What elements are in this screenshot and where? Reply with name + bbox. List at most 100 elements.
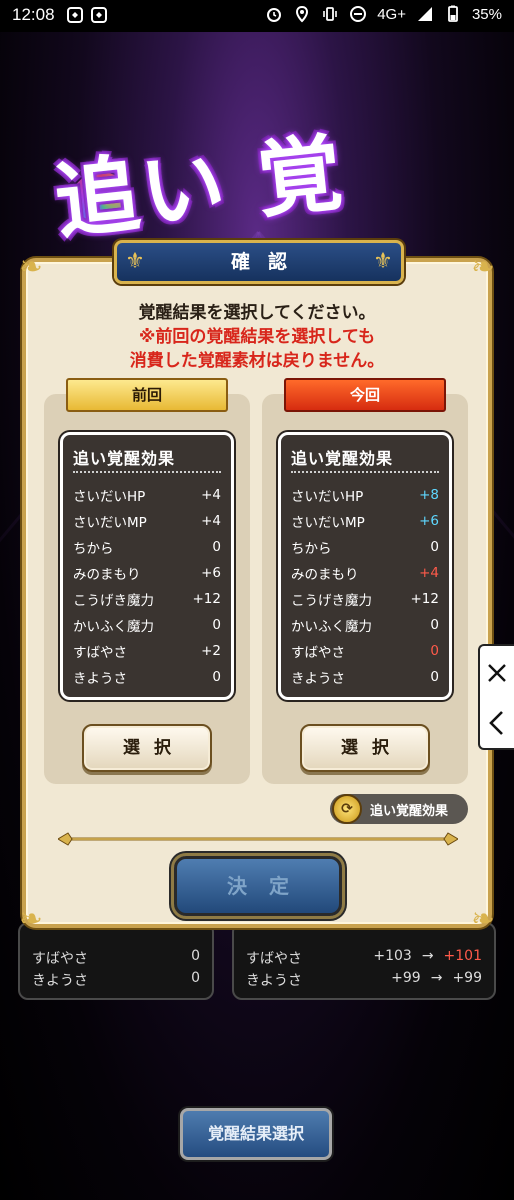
- notification-icon: [66, 6, 84, 24]
- stat-value: +4: [201, 487, 221, 503]
- dialog-warning: 消費した覚醒素材は戻りません。: [129, 351, 385, 371]
- dotted-divider: [73, 471, 221, 473]
- back-row-from: +103: [373, 948, 412, 964]
- select-previous-button[interactable]: 選択: [82, 724, 212, 772]
- fleur-icon: ⚜: [125, 249, 145, 274]
- stat-label: みのまもり: [73, 567, 141, 583]
- select-current-button[interactable]: 選択: [300, 724, 430, 772]
- dialog-message: 覚醒結果を選択してください。: [138, 303, 376, 323]
- current-stat-box: 追い覚醒効果 さいだいHP +8 さいだいMP +6 ちから 0 みのまもり +4 こう…: [278, 432, 452, 700]
- title-banner: 追い 覚醒！: [40, 92, 500, 371]
- stat-row: すばやさ 0: [291, 639, 439, 663]
- battery-percent: 35%: [471, 5, 502, 23]
- stat-label: かいふく魔力: [291, 619, 372, 635]
- stat-row: みのまもり +4: [291, 561, 439, 585]
- stat-value: 0: [212, 539, 221, 555]
- stat-label: ちから: [73, 541, 114, 557]
- stat-value: +8: [419, 487, 439, 503]
- ornament-divider: [58, 832, 458, 846]
- back-row-label: きようさ: [32, 973, 88, 989]
- stat-value: +6: [201, 565, 221, 581]
- back-row-change: +99 → +99: [391, 970, 482, 990]
- chevron-left-icon[interactable]: [480, 698, 514, 748]
- previous-ribbon: 前回: [66, 378, 228, 412]
- stat-value: +12: [192, 591, 222, 607]
- stat-value: 0: [430, 669, 439, 685]
- status-bar: 12:08 4G+ 35%: [0, 0, 514, 32]
- back-row-to: +99: [452, 970, 482, 986]
- back-row-value: 0: [191, 948, 200, 964]
- stat-row: さいだいMP +6: [291, 509, 439, 533]
- awakening-result-select-button[interactable]: 覚醒結果選択: [180, 1108, 332, 1160]
- battery-icon: [444, 5, 462, 23]
- awakening-effect-toggle[interactable]: ⟳ 追い覚醒効果: [330, 794, 468, 824]
- corner-ornament-icon: ❧: [19, 902, 43, 935]
- status-time: 12:08: [12, 5, 55, 24]
- stat-value: 0: [212, 617, 221, 633]
- corner-ornament-icon: ❧: [471, 250, 495, 283]
- decide-button[interactable]: 決定: [174, 856, 342, 916]
- stat-row: かいふく魔力 0: [291, 613, 439, 637]
- confirm-dialog: ❧ ❧ ❧ ❧ ⚜ 確認 ⚜ 覚醒結果を選択してください。 ※前回の覚醒結果を選…: [19, 240, 495, 935]
- stat-label: さいだいMP: [73, 515, 147, 531]
- stat-row: こうげき魔力 +12: [73, 587, 221, 611]
- stat-label: さいだいHP: [291, 489, 364, 505]
- close-icon[interactable]: [480, 648, 514, 698]
- current-result-panel: 今回 追い覚醒効果 さいだいHP +8 さいだいMP +6 ちから 0 みのまもり +4…: [262, 378, 468, 784]
- corner-ornament-icon: ❧: [19, 250, 43, 283]
- stat-row: みのまもり +6: [73, 561, 221, 585]
- stat-label: ちから: [291, 541, 332, 557]
- dialog-warning: ※前回の覚醒結果を選択しても: [138, 327, 376, 347]
- previous-result-panel: 前回 追い覚醒効果 さいだいHP +4 さいだいMP +4 ちから 0 みのまもり +6…: [44, 378, 250, 784]
- previous-stat-box: 追い覚醒効果 さいだいHP +4 さいだいMP +4 ちから 0 みのまもり +6 こう…: [60, 432, 234, 700]
- stat-row: ちから 0: [73, 535, 221, 559]
- stat-value: +4: [201, 513, 221, 529]
- stat-label: きようさ: [73, 671, 127, 687]
- arrow: →: [430, 970, 443, 986]
- dialog-title: 確認: [230, 251, 305, 273]
- stat-label: こうげき魔力: [73, 593, 154, 609]
- stat-value: 0: [430, 539, 439, 555]
- stat-value: 0: [430, 617, 439, 633]
- vibrate-icon: [321, 5, 339, 23]
- fleur-icon: ⚜: [373, 249, 393, 274]
- do-not-disturb-icon: [349, 5, 367, 23]
- alarm-icon: [265, 5, 283, 23]
- stat-label: すばやさ: [291, 645, 345, 661]
- side-tab: [478, 644, 514, 750]
- stat-row: かいふく魔力 0: [73, 613, 221, 637]
- stat-value: +2: [201, 643, 221, 659]
- location-icon: [293, 5, 311, 23]
- back-row: きようさ 0: [32, 970, 200, 990]
- toggle-label: 追い覚醒効果: [370, 803, 449, 819]
- stat-box-title: 追い覚醒効果: [291, 449, 394, 468]
- stat-label: きようさ: [291, 671, 345, 687]
- corner-ornament-icon: ❧: [471, 902, 495, 935]
- stat-value: +12: [410, 591, 440, 607]
- stat-label: かいふく魔力: [73, 619, 154, 635]
- stat-row: すばやさ +2: [73, 639, 221, 663]
- stat-label: さいだいMP: [291, 515, 365, 531]
- back-row-label: すばやさ: [246, 951, 302, 967]
- stat-row: こうげき魔力 +12: [291, 587, 439, 611]
- current-ribbon: 今回: [284, 378, 446, 412]
- stat-row: さいだいMP +4: [73, 509, 221, 533]
- back-row: すばやさ 0: [32, 948, 200, 968]
- dotted-divider: [291, 471, 439, 473]
- back-row-to: +101: [443, 948, 482, 964]
- stat-box-title: 追い覚醒効果: [73, 449, 176, 468]
- stat-row: きようさ 0: [73, 665, 221, 689]
- back-row-change: +103 → +101: [373, 948, 482, 968]
- back-row-label: きようさ: [246, 973, 302, 989]
- back-row-value: 0: [191, 970, 200, 986]
- dialog-header: ⚜ 確認 ⚜: [114, 240, 404, 284]
- back-row-label: すばやさ: [32, 951, 88, 967]
- stat-label: さいだいHP: [73, 489, 146, 505]
- back-row-from: +99: [391, 970, 421, 986]
- signal-icon: [416, 5, 434, 23]
- back-row: きようさ +99 → +99: [246, 970, 482, 990]
- status-left-icons: [66, 6, 108, 24]
- stat-row: さいだいHP +4: [73, 483, 221, 507]
- stat-row: きようさ 0: [291, 665, 439, 689]
- stat-label: すばやさ: [73, 645, 127, 661]
